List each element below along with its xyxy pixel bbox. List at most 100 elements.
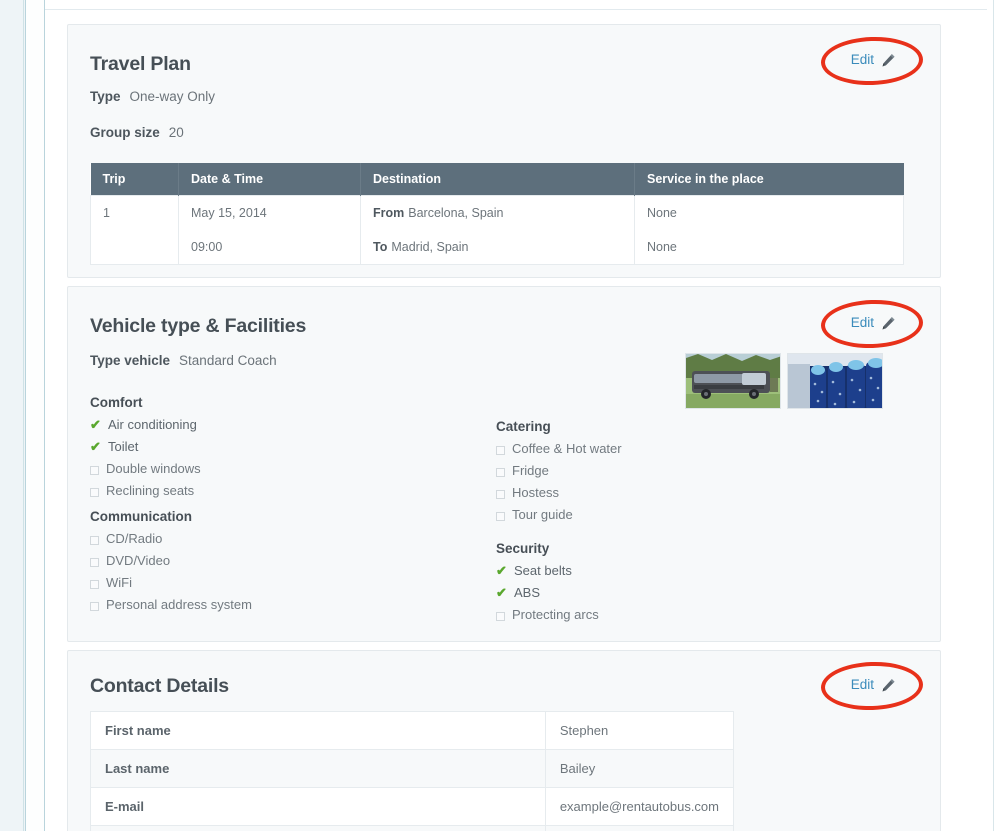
to-label: To (373, 240, 388, 254)
check-icon: ✔ (496, 563, 507, 578)
edit-button-travel-plan[interactable]: Edit (851, 52, 896, 67)
group-size-value: 20 (168, 125, 184, 140)
facility-item[interactable]: Personal address system (90, 597, 252, 619)
trip-col-header: Trip (90, 163, 179, 196)
trip-service-cell-2: None (634, 230, 904, 265)
facility-label: Double windows (106, 461, 201, 476)
vehicle-type-value: Standard Coach (179, 353, 277, 368)
facility-label: Fridge (512, 463, 549, 478)
left-rail (26, 0, 44, 831)
vehicle-type-label: Type vehicle (90, 353, 171, 368)
checkbox-icon (90, 466, 99, 475)
facility-item[interactable]: Reclining seats (90, 483, 201, 505)
checkbox-icon (90, 488, 99, 497)
edit-button-contact[interactable]: Edit (851, 677, 896, 692)
top-divider (45, 9, 987, 10)
facility-group-communication: Communication CD/Radio DVD/Video WiFi Pe… (90, 509, 252, 619)
facility-item[interactable]: Coffee & Hot water (496, 441, 622, 463)
contact-details-card: Contact Details Edit First name Stephen (67, 650, 941, 831)
facility-item[interactable]: Tour guide (496, 507, 622, 529)
travel-plan-title: Travel Plan (90, 53, 191, 75)
trip-time-cell: 09:00 (178, 230, 361, 265)
pencil-icon (881, 678, 896, 693)
facility-item[interactable]: Hostess (496, 485, 622, 507)
coach-exterior-thumbnail[interactable] (685, 353, 781, 409)
facility-item[interactable]: WiFi (90, 575, 252, 597)
edit-button-vehicle[interactable]: Edit (851, 315, 896, 330)
facility-item[interactable]: ✔ Toilet (90, 439, 201, 461)
group-size-row: Group size 20 (90, 125, 184, 140)
facility-item[interactable]: Double windows (90, 461, 201, 483)
facility-label: ABS (514, 585, 541, 600)
pencil-icon (881, 53, 896, 68)
facility-label: Air conditioning (108, 417, 197, 432)
check-icon: ✔ (496, 585, 507, 600)
table-row: First name Stephen (90, 711, 735, 750)
contact-field-value-partial (544, 825, 735, 831)
coach-interior-thumbnail[interactable] (787, 353, 883, 409)
vehicle-thumbnails (685, 353, 883, 409)
pencil-icon (881, 316, 896, 331)
content-pane: Travel Plan Edit Type One-way Only Group … (45, 0, 994, 831)
table-row: 09:00 To Madrid, Spain None (91, 230, 904, 265)
contact-field-label: E-mail (90, 787, 546, 826)
facility-item[interactable]: Protecting arcs (496, 607, 599, 629)
page-viewport: Travel Plan Edit Type One-way Only Group … (0, 0, 994, 831)
table-row: Last name Bailey (90, 749, 735, 788)
table-row: 1 May 15, 2014 From Barcelona, Spain None (90, 195, 904, 265)
checkbox-icon (496, 612, 505, 621)
facility-item[interactable]: Fridge (496, 463, 622, 485)
facility-label: WiFi (106, 575, 132, 590)
datetime-col-header: Date & Time (178, 163, 361, 196)
trip-table-header-row: Trip Date & Time Destination Service in … (90, 163, 904, 196)
contact-field-value: Bailey (544, 749, 735, 788)
facility-item[interactable]: CD/Radio (90, 531, 252, 553)
facility-label: Reclining seats (106, 483, 195, 498)
facility-group-heading: Security (496, 541, 550, 556)
facility-label: Coffee & Hot water (512, 441, 622, 456)
edit-label: Edit (850, 52, 874, 67)
facility-label: Toilet (108, 439, 139, 454)
facility-label: Tour guide (512, 507, 573, 522)
checkbox-icon (90, 558, 99, 567)
facility-label: Personal address system (106, 597, 252, 612)
edit-label: Edit (850, 677, 874, 692)
group-size-label: Group size (90, 125, 160, 140)
table-row-partial (90, 825, 735, 831)
contact-table: First name Stephen Last name Bailey E-ma… (90, 711, 735, 831)
facility-label: CD/Radio (106, 531, 163, 546)
trip-table: Trip Date & Time Destination Service in … (90, 163, 904, 265)
checkbox-icon (496, 446, 505, 455)
trip-origin-cell: From Barcelona, Spain (360, 195, 635, 230)
facility-item[interactable]: ✔ Seat belts (496, 563, 599, 585)
facility-group-heading: Catering (496, 419, 551, 434)
travel-plan-card: Travel Plan Edit Type One-way Only Group … (67, 24, 941, 278)
contact-field-label: Last name (90, 749, 546, 788)
vehicle-type-row: Type vehicle Standard Coach (90, 353, 277, 368)
edit-label: Edit (850, 315, 874, 330)
trip-number-cell: 1 (90, 195, 179, 265)
from-value: Barcelona, Spain (408, 206, 504, 220)
left-gutter-line-a (23, 0, 24, 831)
facility-item[interactable]: ✔ ABS (496, 585, 599, 607)
checkbox-icon (496, 490, 505, 499)
travel-type-row: Type One-way Only (90, 89, 215, 104)
checkbox-icon (90, 536, 99, 545)
facility-label: Hostess (512, 485, 559, 500)
contact-field-value: Stephen (544, 711, 735, 750)
service-col-header: Service in the place (634, 163, 904, 196)
facility-group-heading: Communication (90, 509, 193, 524)
check-icon: ✔ (90, 417, 101, 432)
facility-group-comfort: Comfort ✔ Air conditioning ✔ Toilet Doub… (90, 395, 201, 505)
travel-type-label: Type (90, 89, 121, 104)
vehicle-facilities-card: Vehicle type & Facilities Edit Type vehi… (67, 286, 941, 642)
contact-field-label-partial (90, 825, 546, 831)
trip-date-cell: May 15, 2014 (178, 195, 361, 230)
contact-field-value: example@rentautobus.com (544, 787, 735, 826)
table-row: E-mail example@rentautobus.com (90, 787, 735, 826)
facility-group-heading: Comfort (90, 395, 143, 410)
to-value: Madrid, Spain (391, 240, 469, 254)
contact-card-title: Contact Details (90, 675, 229, 697)
facility-item[interactable]: ✔ Air conditioning (90, 417, 201, 439)
facility-item[interactable]: DVD/Video (90, 553, 252, 575)
